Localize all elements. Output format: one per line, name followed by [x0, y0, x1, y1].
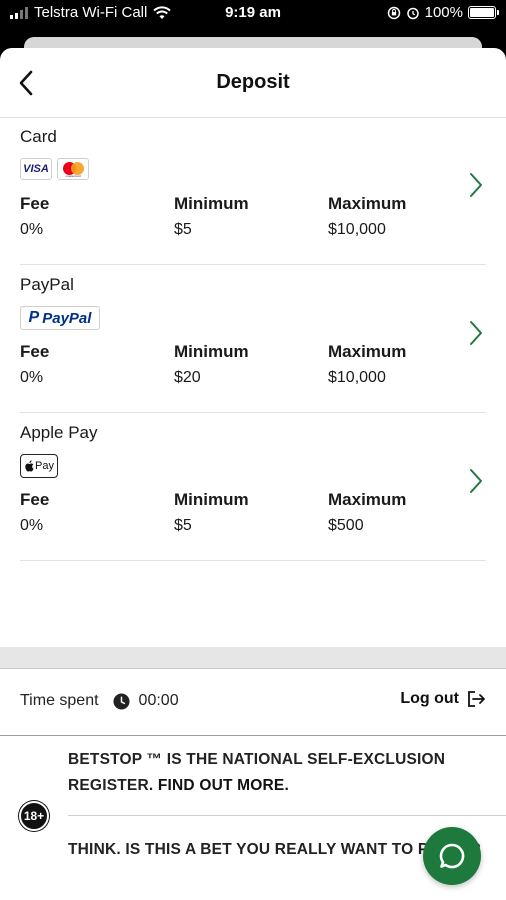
- apple-pay-logos: Pay: [20, 454, 58, 478]
- chat-bubble-icon: [439, 843, 465, 869]
- fee-label: Fee: [20, 490, 50, 509]
- fee-label: Fee: [20, 194, 50, 213]
- fee-value: 0%: [20, 221, 44, 238]
- visa-logo: VISA: [20, 158, 52, 180]
- rg-divider: [68, 815, 506, 816]
- method-name: Card: [20, 127, 57, 146]
- battery-fill: [470, 8, 494, 17]
- clock-icon: [113, 692, 130, 710]
- minimum-value: $5: [174, 517, 192, 534]
- payment-methods-list: Card VISA mastercard Fee 0% Minimum $5 M…: [20, 117, 486, 561]
- minimum-column: Minimum $20: [174, 342, 249, 387]
- betstop-message: BETSTOP ™ IS THE NATIONAL SELF-EXCLUSION…: [68, 747, 488, 799]
- minimum-label: Minimum: [174, 342, 249, 361]
- maximum-column: Maximum $10,000: [328, 342, 406, 387]
- alarm-icon: [406, 7, 419, 19]
- screen-lock-icon: [387, 6, 400, 19]
- apple-icon: [25, 460, 34, 472]
- method-name: Apple Pay: [20, 423, 98, 442]
- maximum-label: Maximum: [328, 490, 407, 509]
- minimum-value: $20: [174, 369, 201, 386]
- maximum-column: Maximum $500: [328, 490, 406, 535]
- footer-divider-band: [0, 647, 506, 669]
- minimum-label: Minimum: [174, 194, 249, 213]
- payment-method-apple-pay[interactable]: Apple Pay Pay Fee 0% Minimum $5 Maximum …: [20, 413, 486, 561]
- maximum-value: $10,000: [328, 369, 386, 386]
- chevron-right-icon: [470, 173, 482, 197]
- find-out-more-link[interactable]: FIND OUT MORE.: [158, 777, 289, 794]
- chevron-right-icon: [470, 469, 482, 493]
- chevron-right-icon: [470, 321, 482, 345]
- payment-method-paypal[interactable]: PayPal P PayPal Fee 0% Minimum $20 Maxim…: [20, 265, 486, 413]
- status-bar: Telstra Wi-Fi Call 9:19 am 100%: [0, 0, 506, 26]
- fee-label: Fee: [20, 342, 50, 361]
- status-right: 100%: [387, 4, 499, 21]
- logout-button[interactable]: Log out: [400, 690, 486, 708]
- maximum-label: Maximum: [328, 194, 407, 213]
- paypal-logo: P PayPal: [20, 306, 100, 330]
- time-spent: Time spent 00:00: [20, 692, 179, 710]
- paypal-logos: P PayPal: [20, 306, 100, 330]
- maximum-value: $500: [328, 517, 364, 534]
- maximum-value: $10,000: [328, 221, 386, 238]
- payment-method-card[interactable]: Card VISA mastercard Fee 0% Minimum $5 M…: [20, 117, 486, 265]
- minimum-column: Minimum $5: [174, 194, 249, 239]
- mastercard-logo: mastercard: [57, 158, 89, 180]
- maximum-column: Maximum $10,000: [328, 194, 406, 239]
- minimum-label: Minimum: [174, 490, 249, 509]
- minimum-value: $5: [174, 221, 192, 238]
- card-logos: VISA mastercard: [20, 158, 89, 180]
- session-row: Time spent 00:00 Log out: [0, 668, 506, 736]
- logout-label: Log out: [400, 690, 459, 707]
- battery-icon: [468, 6, 499, 19]
- responsible-gambling-area: 18+ BETSTOP ™ IS THE NATIONAL SELF-EXCLU…: [0, 737, 506, 858]
- method-name: PayPal: [20, 275, 74, 294]
- fee-value: 0%: [20, 369, 44, 386]
- maximum-label: Maximum: [328, 342, 407, 361]
- time-spent-label: Time spent: [20, 692, 99, 709]
- logout-icon: [468, 691, 485, 707]
- fee-column: Fee 0%: [20, 194, 49, 239]
- page-title: Deposit: [216, 71, 290, 93]
- fee-column: Fee 0%: [20, 490, 49, 535]
- age-18-badge: 18+: [19, 801, 49, 831]
- apple-pay-logo: Pay: [20, 454, 58, 478]
- minimum-column: Minimum $5: [174, 490, 249, 535]
- header: Deposit: [0, 48, 506, 118]
- fee-value: 0%: [20, 517, 44, 534]
- fee-column: Fee 0%: [20, 342, 49, 387]
- time-spent-value: 00:00: [138, 692, 179, 709]
- chat-button[interactable]: [423, 827, 481, 885]
- deposit-sheet: Deposit Card VISA mastercard Fee 0% Mini…: [0, 48, 506, 900]
- battery-percent: 100%: [424, 4, 463, 21]
